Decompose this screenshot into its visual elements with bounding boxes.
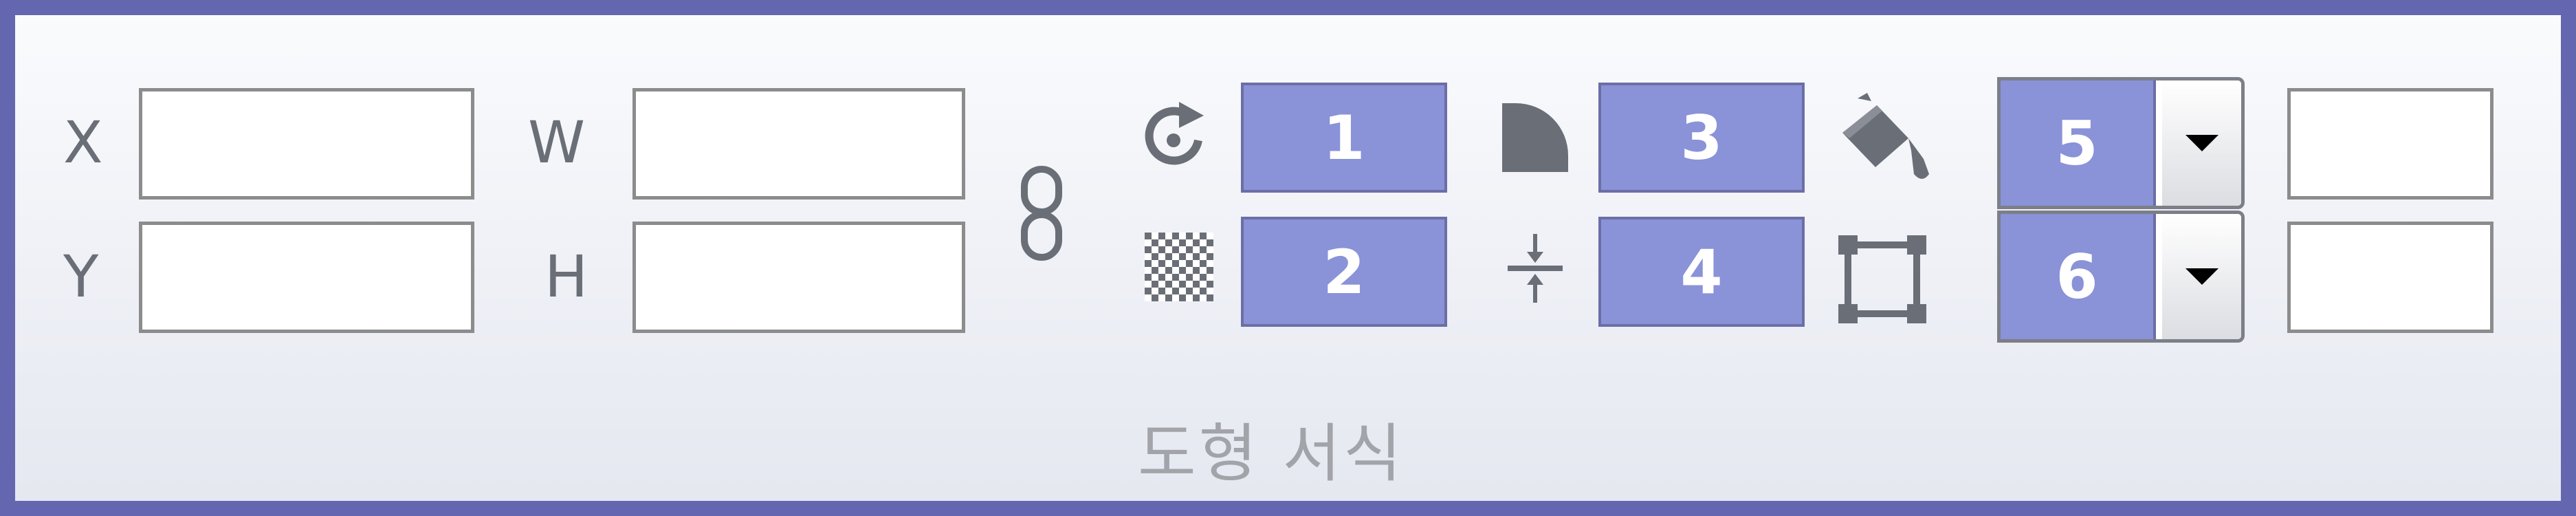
- border-color-value: 6: [2001, 214, 2156, 339]
- chevron-down-icon: [2185, 268, 2219, 285]
- rotation-input[interactable]: 1: [1241, 83, 1447, 193]
- w-input[interactable]: [632, 88, 965, 200]
- border-square-icon: [1837, 234, 1928, 327]
- chain-link-icon[interactable]: [1017, 165, 1066, 264]
- w-label: W: [528, 109, 586, 176]
- checkerboard-icon: [1145, 233, 1213, 304]
- corner-radius-input[interactable]: 3: [1598, 83, 1805, 193]
- fill-color-combo[interactable]: 5: [1997, 77, 2245, 209]
- h-label: H: [544, 243, 588, 310]
- border-value-input[interactable]: [2287, 222, 2494, 333]
- x-input[interactable]: [139, 88, 474, 200]
- spacing-arrows-icon: [1502, 234, 1568, 305]
- group-caption: 도형 서식: [1138, 417, 1405, 491]
- quarter-circle-icon: [1502, 103, 1568, 175]
- h-input[interactable]: [632, 222, 965, 333]
- y-input[interactable]: [139, 222, 474, 333]
- chevron-down-icon: [2185, 135, 2219, 151]
- transparency-input[interactable]: 2: [1241, 217, 1447, 327]
- spacing-input[interactable]: 4: [1598, 217, 1805, 327]
- border-dropdown-button[interactable]: [2162, 214, 2241, 339]
- border-color-combo[interactable]: 6: [1997, 211, 2245, 343]
- fill-color-value: 5: [2001, 80, 2156, 206]
- paint-bucket-icon: [1837, 93, 1933, 189]
- rotate-icon: [1138, 98, 1213, 176]
- fill-value-input[interactable]: [2287, 88, 2494, 200]
- y-label: Y: [63, 243, 99, 310]
- fill-dropdown-button[interactable]: [2162, 80, 2241, 206]
- x-label: X: [63, 109, 103, 176]
